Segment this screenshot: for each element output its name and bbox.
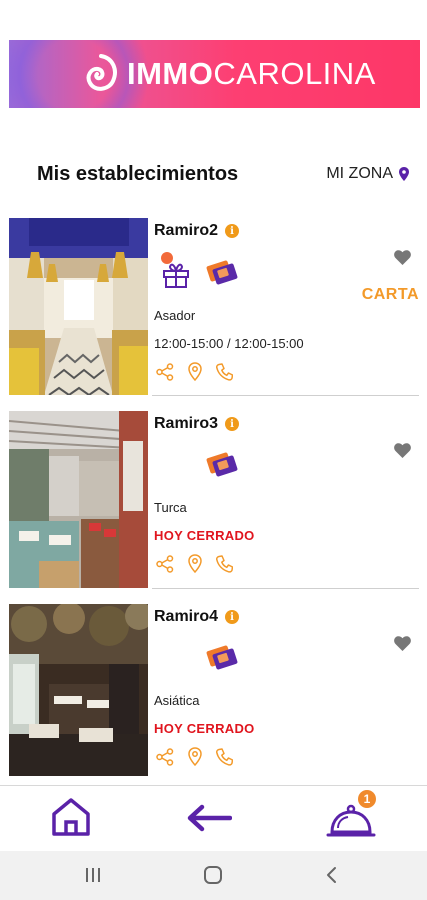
restaurant-photo <box>9 411 148 588</box>
establishment-name-text: Ramiro3 <box>154 415 219 432</box>
phone-icon[interactable] <box>216 747 233 766</box>
closed-status: HOY CERRADO <box>154 721 255 736</box>
establishment-name-text: Ramiro4 <box>154 608 219 625</box>
info-icon[interactable]: i <box>225 417 240 431</box>
my-zone-label: MI ZONA <box>326 165 393 182</box>
establishment-card[interactable]: Ramiro2 i CARTA Asador 12:00-15:00 / 12:… <box>0 218 427 411</box>
brand-name-bold: IMMO <box>127 56 214 91</box>
card-actions <box>156 362 233 381</box>
heart-icon[interactable] <box>394 636 411 651</box>
tickets-icon[interactable] <box>206 642 240 672</box>
back-arrow-icon[interactable] <box>186 804 232 832</box>
card-divider <box>152 588 419 589</box>
share-icon[interactable] <box>156 554 174 573</box>
establishment-name-text: Ramiro2 <box>154 222 219 239</box>
heart-icon[interactable] <box>394 250 411 265</box>
establishment-name[interactable]: Ramiro3 i <box>154 415 240 433</box>
card-actions <box>156 554 233 573</box>
menu-carta-link[interactable]: CARTA <box>362 286 419 304</box>
home-system-icon[interactable] <box>203 865 223 885</box>
offer-icons <box>206 449 240 479</box>
offer-icons <box>206 642 240 672</box>
heart-icon[interactable] <box>394 443 411 458</box>
restaurant-photo <box>9 604 148 776</box>
orders-button[interactable]: 1 <box>326 790 378 840</box>
section-header: Mis establecimientos MI ZONA <box>37 160 409 188</box>
establishment-card[interactable]: Ramiro4 i Asiática HOY CERRADO <box>0 604 427 797</box>
recent-apps-icon[interactable] <box>84 865 102 885</box>
back-system-icon[interactable] <box>324 865 338 885</box>
establishment-card[interactable]: Ramiro3 i Turca HOY CERRADO <box>0 411 427 604</box>
gift-offer[interactable] <box>160 252 192 288</box>
map-pin-icon[interactable] <box>188 747 202 766</box>
establishment-name[interactable]: Ramiro2 i <box>154 222 240 240</box>
snail-logo-icon <box>86 54 117 91</box>
card-divider <box>152 395 419 396</box>
orders-count-badge: 1 <box>358 790 376 808</box>
category-label: Turca <box>154 500 187 515</box>
category-label: Asiática <box>154 693 200 708</box>
closed-status: HOY CERRADO <box>154 528 255 543</box>
category-label: Asador <box>154 308 196 323</box>
share-icon[interactable] <box>156 362 174 381</box>
tickets-icon[interactable] <box>206 449 240 479</box>
bottom-navigation: 1 <box>0 785 427 851</box>
tickets-icon[interactable] <box>206 257 240 287</box>
my-zone-button[interactable]: MI ZONA <box>326 165 409 183</box>
restaurant-photo <box>9 218 148 395</box>
map-pin-icon[interactable] <box>188 554 202 573</box>
map-pin-icon <box>399 167 409 181</box>
card-actions <box>156 747 233 766</box>
gift-icon <box>163 263 189 288</box>
info-icon[interactable]: i <box>225 224 240 238</box>
info-icon[interactable]: i <box>225 610 240 624</box>
phone-icon[interactable] <box>216 554 233 573</box>
system-navigation-bar <box>0 851 427 900</box>
page-title: Mis establecimientos <box>37 162 239 185</box>
establishment-name[interactable]: Ramiro4 i <box>154 608 240 626</box>
brand-name: IMMOCAROLINA <box>127 56 376 92</box>
share-icon[interactable] <box>156 747 174 766</box>
opening-hours: 12:00-15:00 / 12:00-15:00 <box>154 336 304 351</box>
establishment-list: Ramiro2 i CARTA Asador 12:00-15:00 / 12:… <box>0 218 427 797</box>
home-icon[interactable] <box>50 796 92 838</box>
status-bar <box>0 0 427 28</box>
phone-icon[interactable] <box>216 362 233 381</box>
map-pin-icon[interactable] <box>188 362 202 381</box>
offer-icons <box>160 252 240 288</box>
brand-name-regular: CAROLINA <box>213 56 376 91</box>
brand-banner: IMMOCAROLINA <box>9 40 420 108</box>
